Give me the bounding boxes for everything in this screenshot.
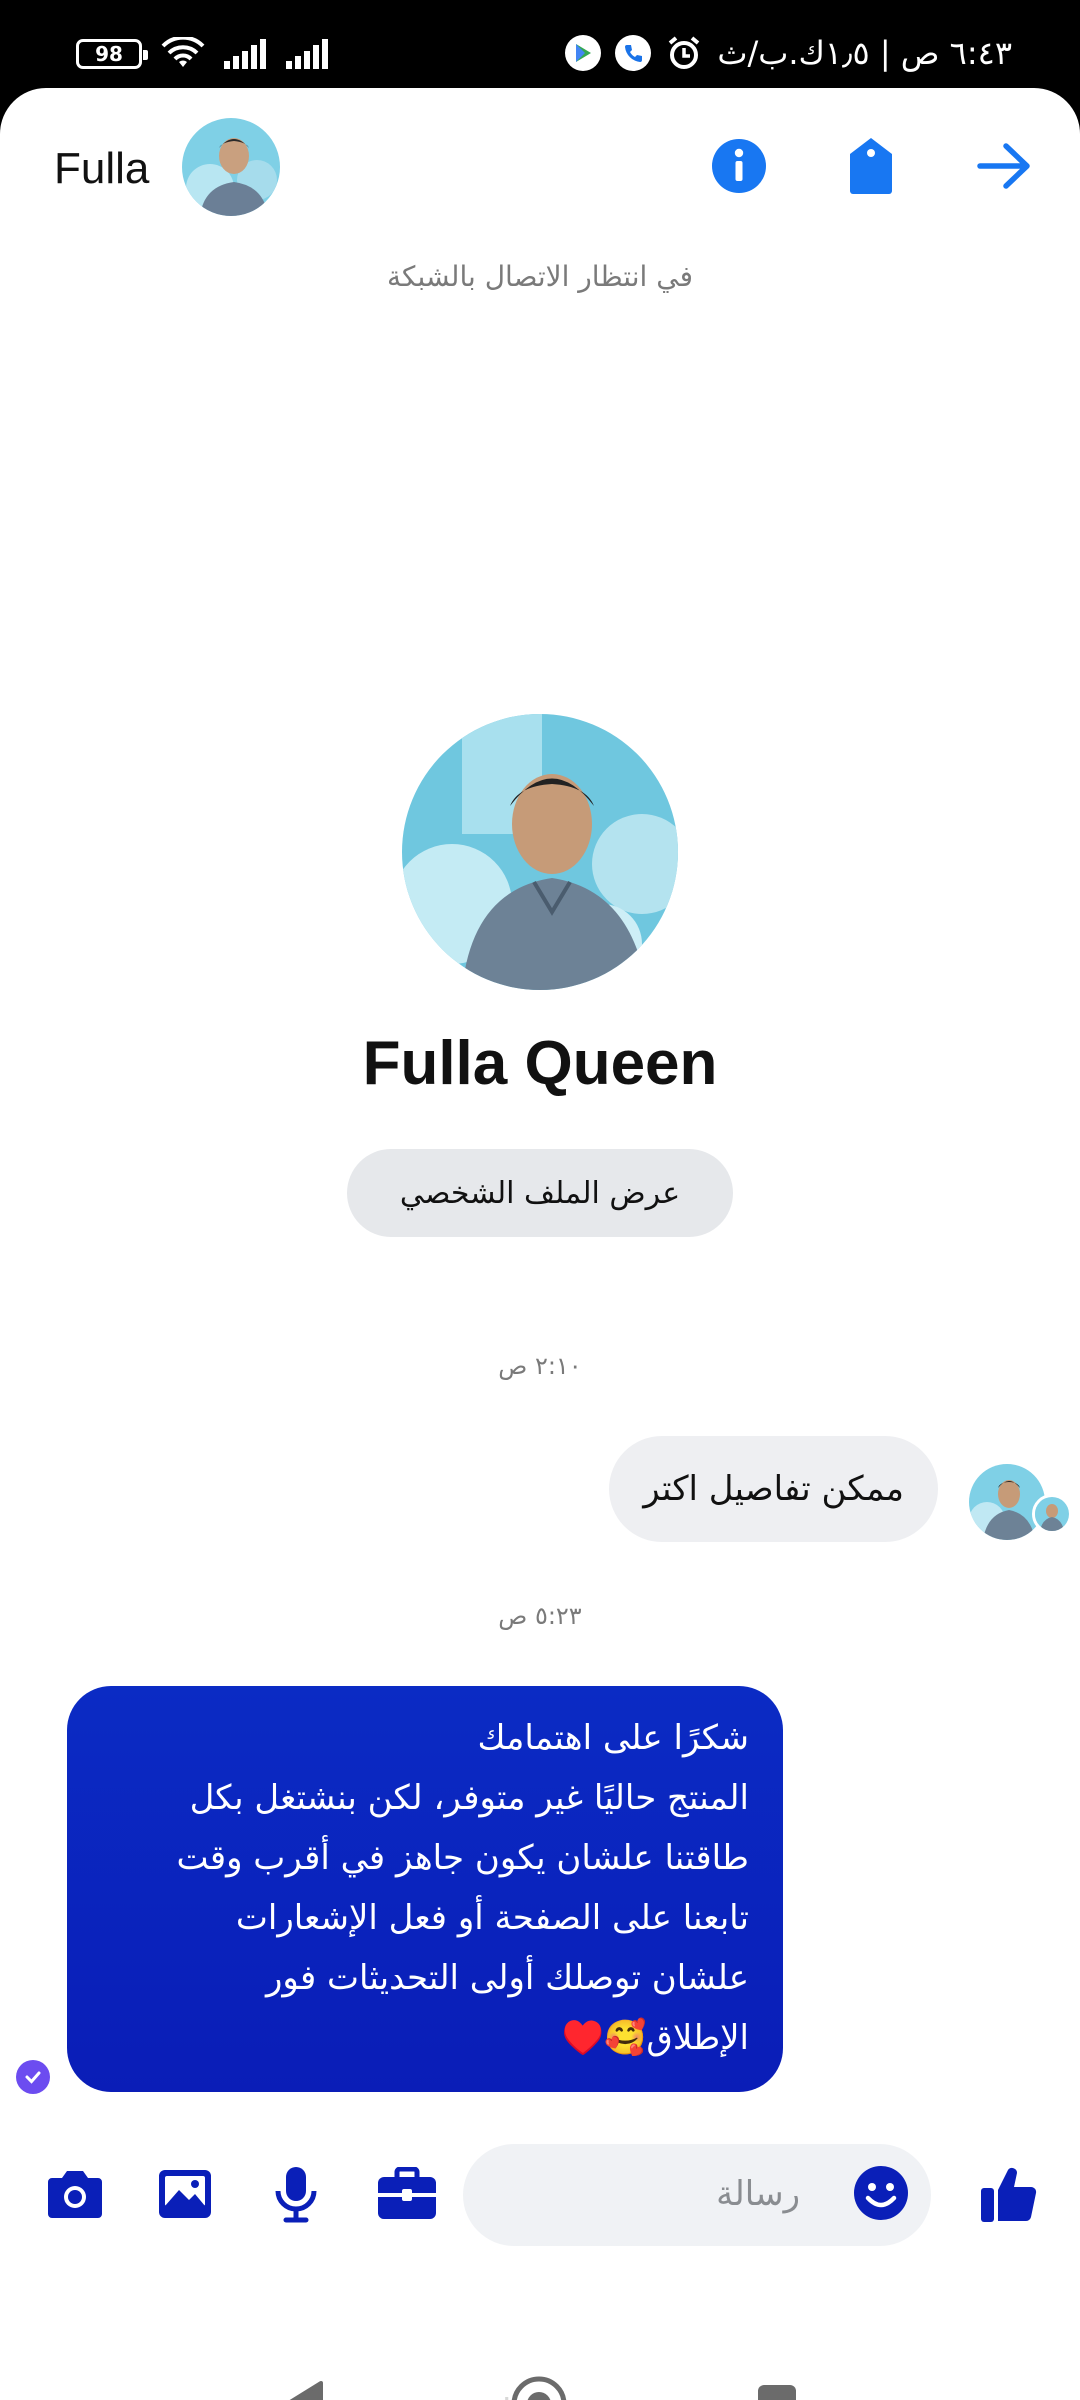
briefcase-icon xyxy=(378,2167,436,2219)
info-button[interactable] xyxy=(707,134,771,198)
home-nav-button[interactable] xyxy=(509,2374,569,2400)
signal-icon-2 xyxy=(286,39,328,69)
back-nav-button[interactable] xyxy=(273,2374,333,2400)
phone-app-icon xyxy=(615,35,652,71)
contact-avatar[interactable] xyxy=(182,118,280,216)
message-line: المنتج حاليًا غير متوفر، لكن بنشتغل بكل xyxy=(189,1778,749,1818)
message-input-placeholder: رسالة xyxy=(716,2174,800,2214)
status-time-speed: ٦:٤٣ ص | ١٫٥ك.ب/ث xyxy=(717,34,1012,72)
recents-nav-button[interactable] xyxy=(747,2374,807,2400)
emoji-icon xyxy=(854,2166,908,2220)
battery-level: 98 xyxy=(95,42,123,66)
camera-icon xyxy=(48,2171,102,2218)
message-timestamp: ٥:٢٣ ص xyxy=(498,1602,582,1630)
status-left: 98 xyxy=(76,34,330,74)
message-line: الإطلاق🥰♥️ xyxy=(561,2018,749,2058)
profile-name: Fulla Queen xyxy=(362,1029,718,1098)
sender-avatar xyxy=(969,1464,1045,1540)
seen-check-icon xyxy=(16,2060,50,2094)
profile-avatar[interactable] xyxy=(402,714,678,990)
image-icon xyxy=(159,2170,211,2218)
wifi-icon xyxy=(161,37,205,67)
contact-name[interactable]: Fulla xyxy=(54,144,149,194)
home-circle-icon xyxy=(511,2376,567,2400)
tag-icon xyxy=(850,138,892,194)
forward-button[interactable] xyxy=(972,134,1036,198)
seen-by-avatar xyxy=(1032,1494,1072,1534)
microphone-icon xyxy=(275,2167,317,2223)
arrow-right-icon xyxy=(977,143,1030,189)
message-timestamp: ٢:١٠ ص xyxy=(498,1352,582,1380)
tag-button[interactable] xyxy=(839,134,903,198)
info-icon xyxy=(712,139,766,193)
emoji-button[interactable] xyxy=(852,2164,910,2222)
voice-button[interactable] xyxy=(264,2162,328,2226)
alarm-icon xyxy=(669,36,700,69)
chat-header: Fulla xyxy=(0,88,1080,248)
system-navbar: خمسات xyxy=(0,2338,1080,2400)
message-line: علشان توصلك أولى التحديثات فور xyxy=(266,1958,749,1998)
like-button[interactable] xyxy=(977,2162,1041,2226)
camera-button[interactable] xyxy=(43,2162,107,2226)
outgoing-message-bubble[interactable]: شكرًا على اهتمامك المنتج حاليًا غير متوف… xyxy=(67,1686,783,2092)
status-bar: 98 ٦:٤٣ ص | ١٫٥ك.ب/ث xyxy=(0,0,1080,92)
message-line: تابعنا على الصفحة أو فعل الإشعارات xyxy=(235,1898,749,1938)
connection-status: في انتظار الاتصال بالشبكة xyxy=(387,260,693,293)
battery-icon: 98 xyxy=(76,39,148,69)
message-composer: رسالة xyxy=(0,2134,1080,2254)
recents-square-icon xyxy=(758,2385,796,2400)
signal-icon xyxy=(224,39,266,69)
message-line: طاقتنا علشان يكون جاهز في أقرب وقت xyxy=(176,1838,749,1878)
gallery-button[interactable] xyxy=(153,2162,217,2226)
business-tools-button[interactable] xyxy=(375,2162,439,2226)
message-line: شكرًا على اهتمامك xyxy=(477,1718,750,1758)
play-store-icon xyxy=(565,35,602,71)
back-triangle-icon xyxy=(289,2381,323,2400)
view-profile-button[interactable]: عرض الملف الشخصي xyxy=(347,1149,733,1237)
status-right: ٦:٤٣ ص | ١٫٥ك.ب/ث xyxy=(565,30,1012,76)
thumbs-up-icon xyxy=(981,2168,1037,2222)
chat-panel: Fulla في انتظار الاتصال بالشبكة Fulla Qu… xyxy=(0,88,1080,2400)
incoming-message-bubble[interactable]: ممكن تفاصيل اكتر xyxy=(609,1436,938,1542)
